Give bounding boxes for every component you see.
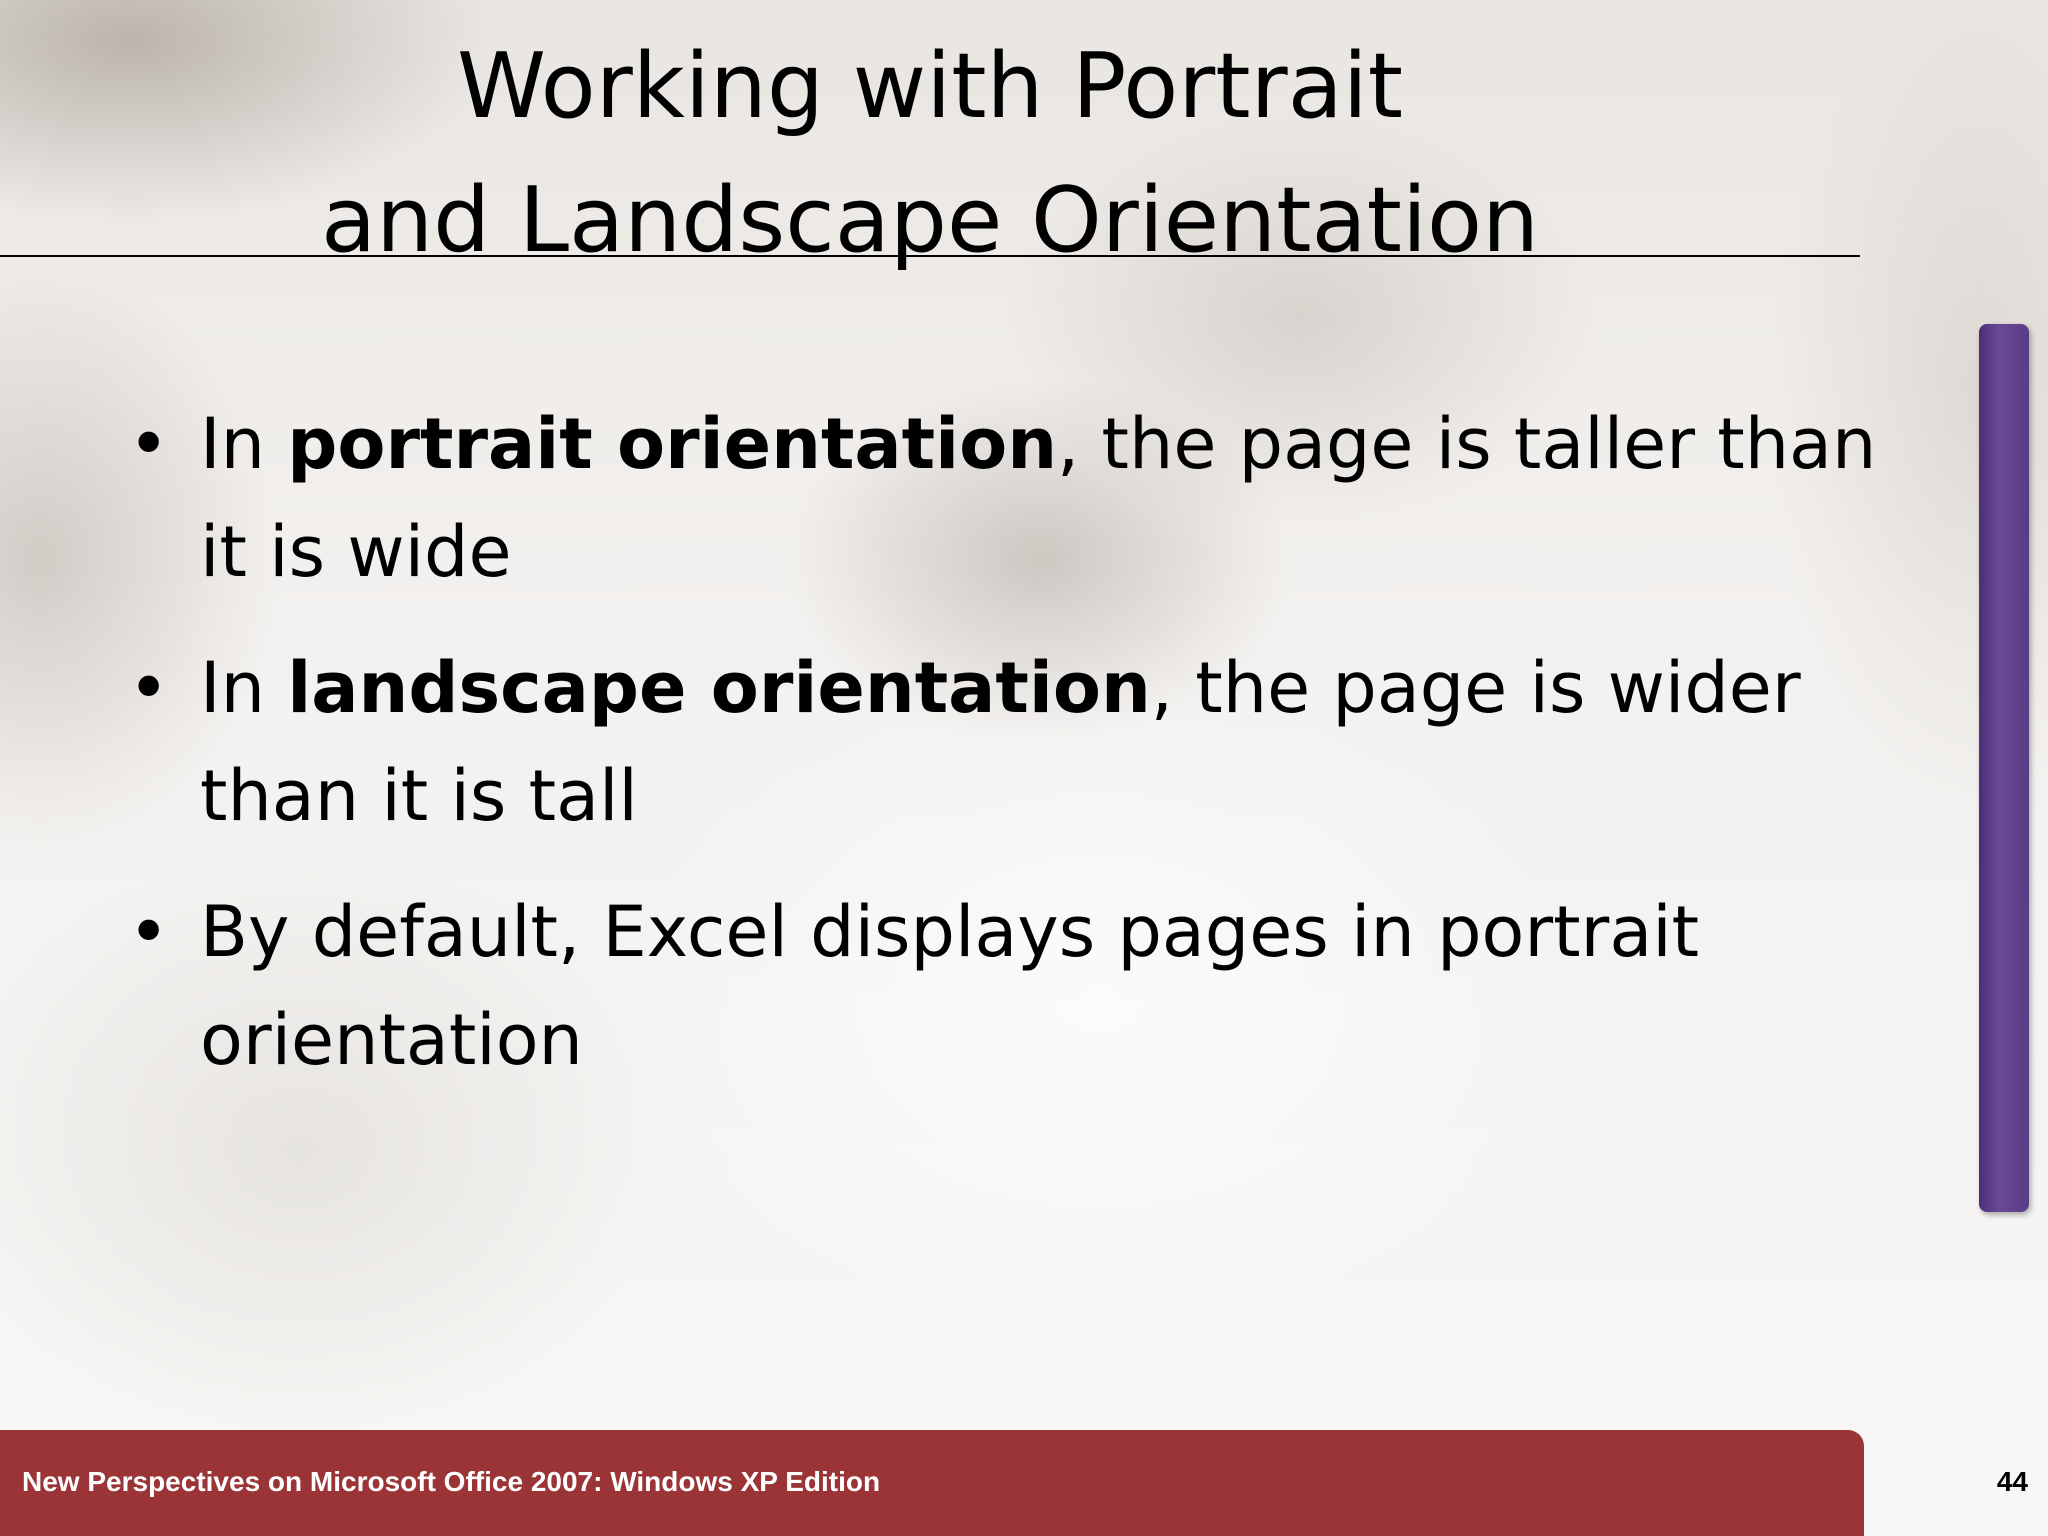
bullet-term: portrait orientation (287, 403, 1058, 485)
bullet-item-default: • By default, Excel displays pages in po… (120, 878, 1900, 1094)
bullet-icon: • (128, 403, 170, 485)
bullet-term: landscape orientation (287, 647, 1151, 729)
accent-bar (1979, 324, 2029, 1212)
footer-text: New Perspectives on Microsoft Office 200… (22, 1466, 881, 1497)
bullet-text-prefix: In (200, 403, 288, 485)
slide: Working with Portrait and Landscape Orie… (0, 0, 2048, 1536)
title-line-2: and Landscape Orientation (320, 168, 1540, 273)
title-divider (0, 255, 1860, 257)
bullet-text: By default, Excel displays pages in port… (200, 891, 1700, 1081)
bullet-icon: • (128, 891, 170, 973)
page-number: 44 (1996, 1466, 2028, 1497)
bullet-text-prefix: In (200, 647, 288, 729)
bullet-icon: • (128, 647, 170, 729)
bullet-list: • In portrait orientation, the page is t… (120, 390, 1900, 1122)
bullet-item-landscape: • In landscape orientation, the page is … (120, 634, 1900, 850)
slide-title: Working with Portrait and Landscape Orie… (0, 20, 1860, 288)
title-line-1: Working with Portrait (456, 34, 1404, 139)
bullet-item-portrait: • In portrait orientation, the page is t… (120, 390, 1900, 606)
